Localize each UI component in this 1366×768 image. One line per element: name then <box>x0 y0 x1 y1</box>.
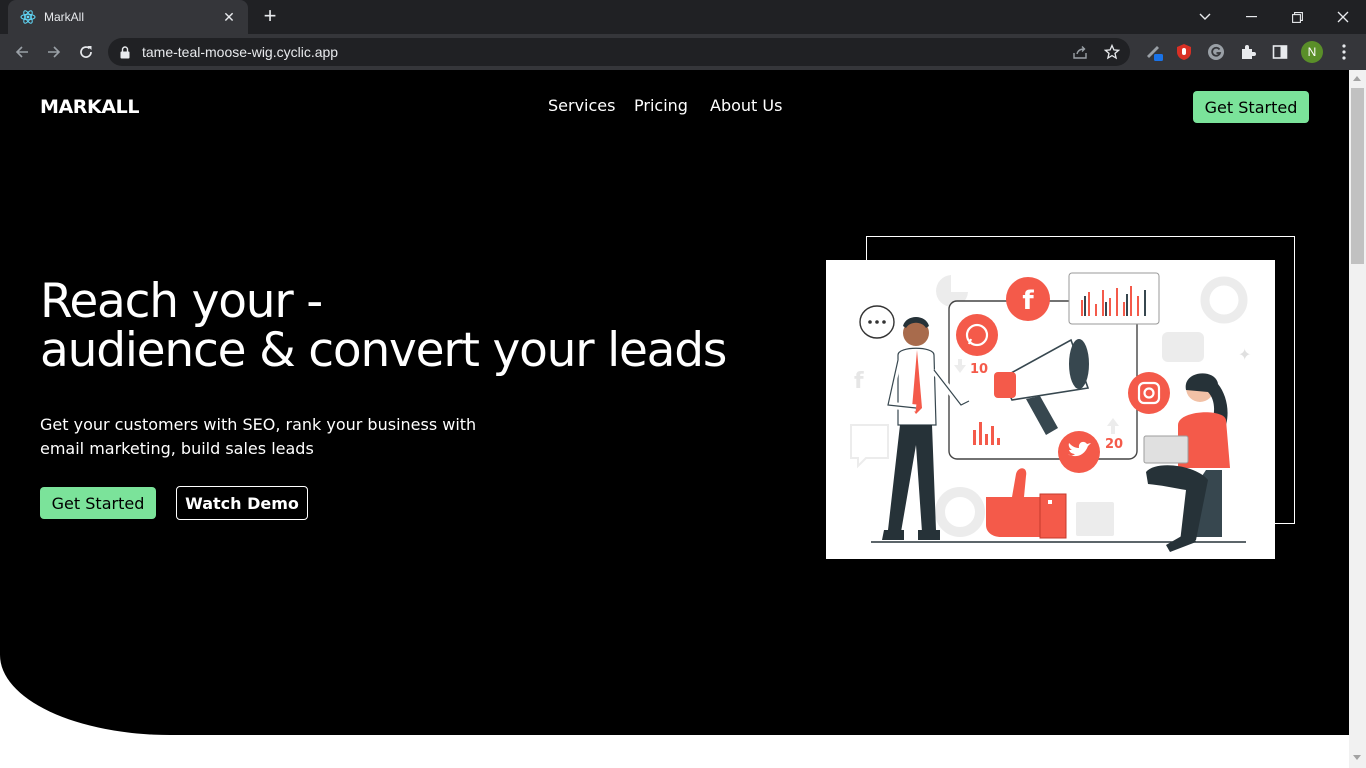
tab-close-icon[interactable]: ✕ <box>220 9 238 26</box>
twitter-icon <box>1058 431 1100 473</box>
close-window-icon[interactable] <box>1320 0 1366 34</box>
share-icon[interactable] <box>1072 44 1088 60</box>
hero-subtext: Get your customers with SEO, rank your b… <box>40 415 477 458</box>
grammarly-extension-icon[interactable] <box>1206 42 1226 62</box>
svg-text:10: 10 <box>970 362 988 377</box>
lock-icon <box>120 45 132 59</box>
chat-bubble-icon <box>859 305 895 339</box>
address-bar[interactable]: tame-teal-moose-wig.cyclic.app <box>108 38 1130 66</box>
scroll-up-arrow-icon[interactable] <box>1353 76 1361 81</box>
react-favicon-icon <box>20 9 36 25</box>
instagram-icon <box>1128 372 1170 414</box>
chrome-menu-icon[interactable] <box>1334 42 1354 62</box>
whatsapp-icon <box>956 314 998 356</box>
svg-text:✦: ✦ <box>1238 345 1251 364</box>
extensions-puzzle-icon[interactable] <box>1238 42 1258 62</box>
hero-headline: Reach your - audience & convert your lea… <box>40 274 727 378</box>
svg-text:f: f <box>854 369 864 394</box>
bookmark-star-icon[interactable] <box>1104 44 1120 60</box>
nav-link-about-us[interactable]: About Us <box>710 96 782 115</box>
nav-link-services[interactable]: Services <box>548 96 615 115</box>
pen-extension-icon[interactable] <box>1144 42 1164 62</box>
headline-line-2: audience & convert your leads <box>40 323 727 378</box>
nav-get-started-button[interactable]: Get Started <box>1193 91 1309 123</box>
facebook-icon: f <box>1006 277 1050 321</box>
tab-title: MarkAll <box>44 10 85 24</box>
bar-chart-card <box>1068 272 1160 325</box>
nav-link-pricing[interactable]: Pricing <box>634 96 688 115</box>
minimize-icon[interactable] <box>1228 0 1274 34</box>
thumbs-up-icon <box>986 468 1067 539</box>
site-logo[interactable]: MARKALL <box>40 96 139 118</box>
scroll-down-arrow-icon[interactable] <box>1353 755 1361 760</box>
url-text: tame-teal-moose-wig.cyclic.app <box>142 44 339 60</box>
browser-tab[interactable]: MarkAll ✕ <box>8 0 248 34</box>
svg-text:20: 20 <box>1105 437 1123 452</box>
hero-section: MARKALL Services Pricing About Us Get St… <box>0 70 1349 735</box>
headline-line-1: Reach your - <box>40 274 323 329</box>
reload-icon[interactable] <box>74 40 98 64</box>
svg-text:f: f <box>1022 286 1034 316</box>
hero-get-started-button[interactable]: Get Started <box>40 487 156 519</box>
profile-avatar[interactable]: N <box>1301 41 1323 63</box>
page-viewport: MARKALL Services Pricing About Us Get St… <box>0 70 1349 768</box>
restore-icon[interactable] <box>1274 0 1320 34</box>
tab-search-icon[interactable] <box>1182 0 1228 34</box>
side-panel-icon[interactable] <box>1270 42 1290 62</box>
scrollbar-thumb[interactable] <box>1351 88 1364 264</box>
watch-demo-button[interactable]: Watch Demo <box>176 486 308 520</box>
browser-tab-strip: MarkAll ✕ + <box>0 0 1366 34</box>
hand-extension-icon[interactable] <box>1174 42 1194 62</box>
page-scrollbar[interactable] <box>1349 70 1366 768</box>
forward-icon[interactable] <box>42 40 66 64</box>
new-tab-button[interactable]: + <box>258 5 282 29</box>
back-icon[interactable] <box>10 40 34 64</box>
hero-illustration: ✦ f f 10 20 <box>826 260 1275 559</box>
